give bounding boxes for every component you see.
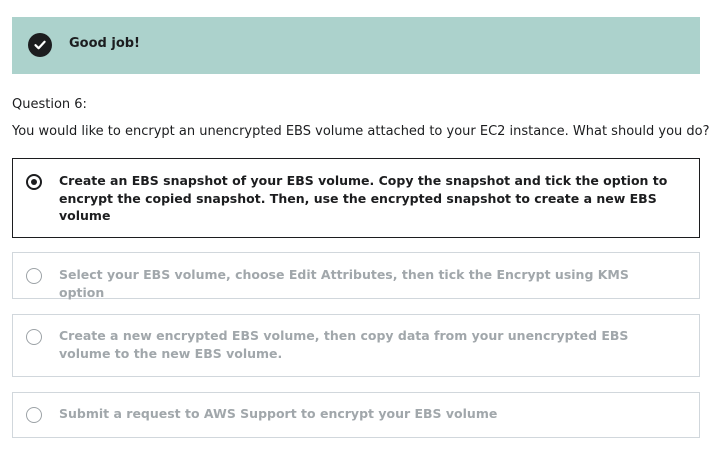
answer-option-label: Select your EBS volume, choose Edit Attr… [59,267,629,300]
answer-option-label: Create a new encrypted EBS volume, then … [59,328,629,361]
answer-option-3[interactable]: Create a new encrypted EBS volume, then … [12,314,700,377]
answer-option-4[interactable]: Submit a request to AWS Support to encry… [12,392,700,438]
radio-button[interactable] [26,268,42,284]
result-message: Good job! [69,36,140,51]
answer-option-label: Create an EBS snapshot of your EBS volum… [59,173,668,223]
answer-option-label: Submit a request to AWS Support to encry… [59,406,498,421]
answer-option-1[interactable]: Create an EBS snapshot of your EBS volum… [12,158,700,238]
answer-option-2[interactable]: Select your EBS volume, choose Edit Attr… [12,252,700,300]
radio-selected-dot [31,179,37,185]
result-banner: Good job! [12,17,700,74]
radio-button[interactable] [26,329,42,345]
question-text: You would like to encrypt an unencrypted… [12,124,710,139]
check-circle-icon [28,33,52,57]
radio-button[interactable] [26,407,42,423]
radio-button[interactable] [26,174,42,190]
question-number: Question 6: [12,97,87,112]
